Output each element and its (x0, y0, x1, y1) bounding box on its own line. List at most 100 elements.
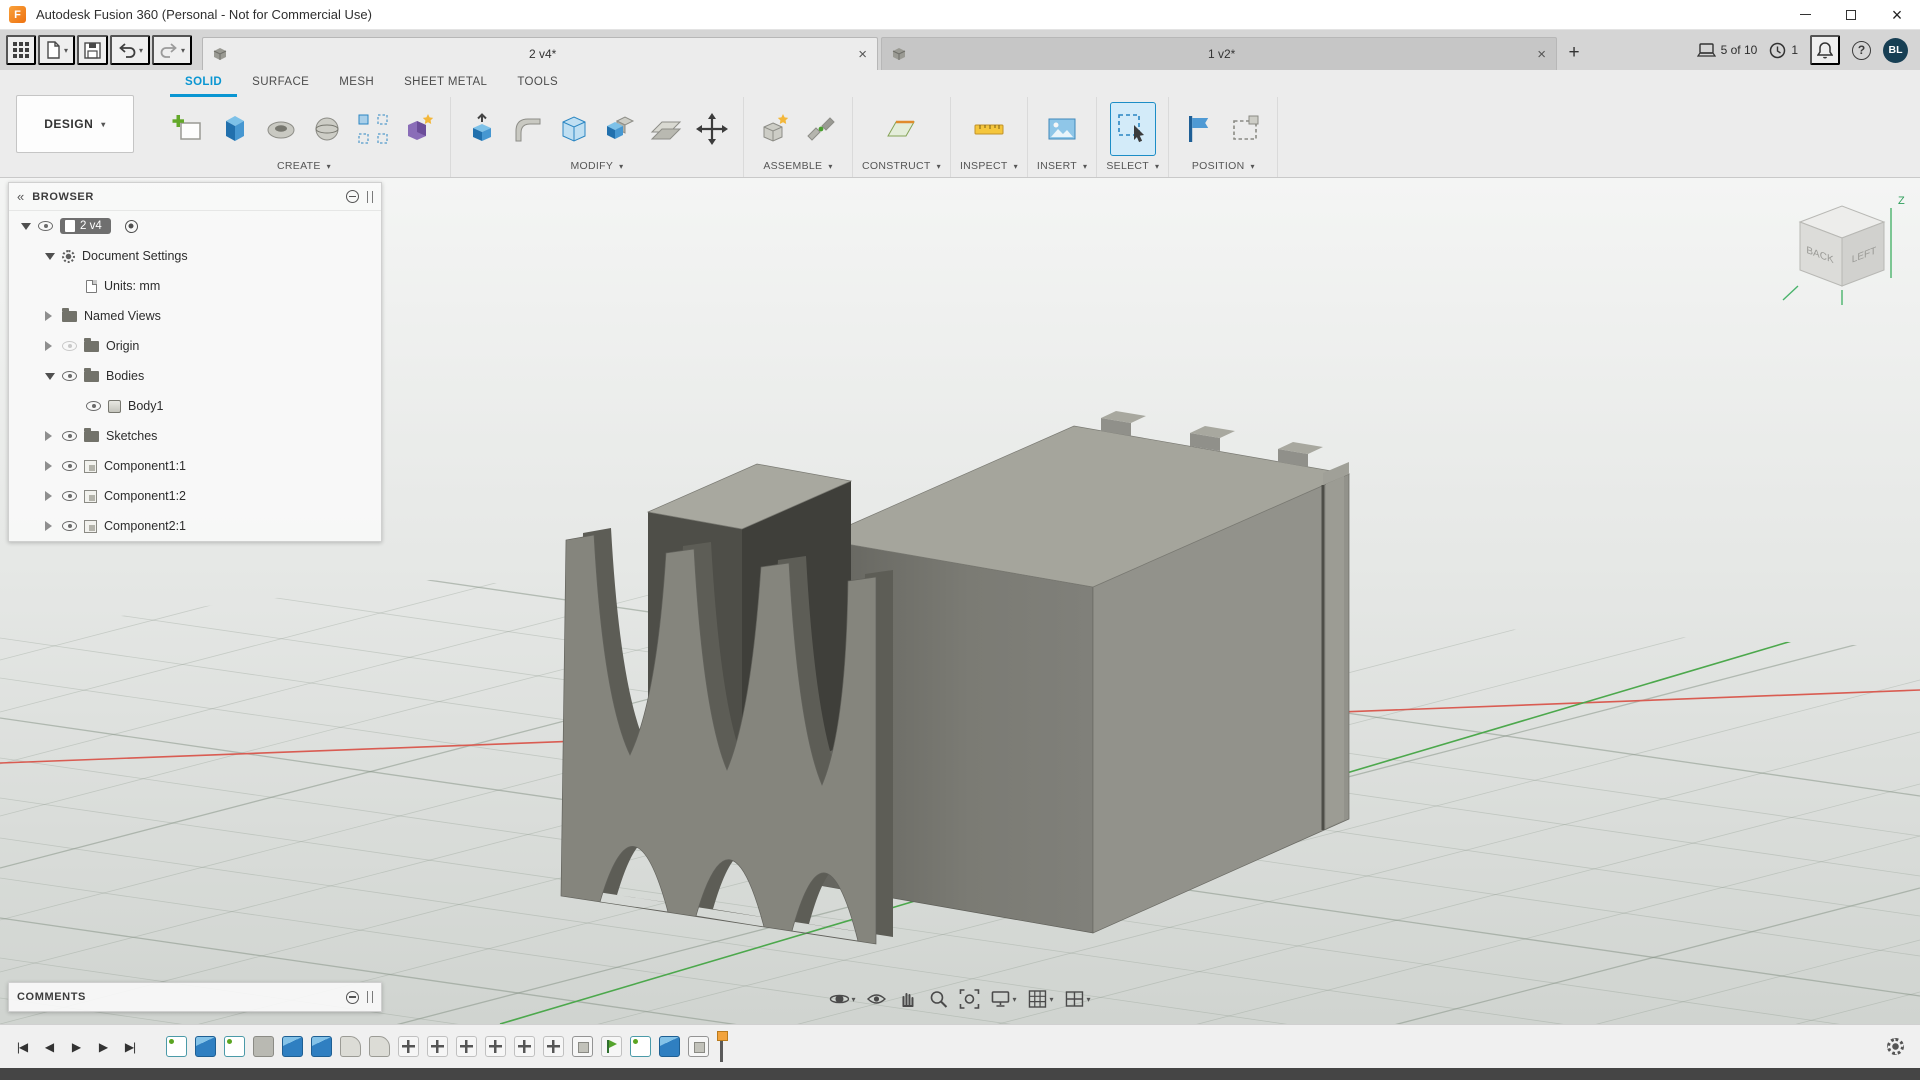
tab-sheet-metal[interactable]: SHEET METAL (389, 70, 502, 97)
expand-comments-icon[interactable] (346, 990, 359, 1004)
capture-position-button[interactable] (1178, 103, 1222, 155)
activate-component-radio[interactable] (124, 219, 138, 233)
measure-button[interactable] (967, 103, 1011, 155)
press-pull-button[interactable] (460, 103, 504, 155)
timeline-feature-move[interactable] (398, 1036, 419, 1057)
group-dropdown-position[interactable]: POSITION ▾ (1192, 159, 1255, 177)
timeline-feature-fillet[interactable] (340, 1036, 361, 1057)
timeline-feature-move[interactable] (543, 1036, 564, 1057)
new-component-button[interactable] (753, 103, 797, 155)
display-settings-button[interactable]: ▾ (988, 987, 1018, 1011)
timeline-feature-sketch[interactable] (630, 1036, 651, 1057)
redo-button[interactable]: ▾ (152, 35, 193, 65)
revert-position-button[interactable] (1224, 103, 1268, 155)
create-form-button[interactable] (397, 103, 441, 155)
panel-grip-icon[interactable] (367, 991, 373, 1003)
timeline-go-to-end-button[interactable]: ▶| (118, 1035, 142, 1059)
shell-button[interactable] (552, 103, 596, 155)
insert-canvas-button[interactable] (1040, 103, 1084, 155)
active-document-pill[interactable]: 2 v4 (60, 218, 111, 234)
document-tab-active[interactable]: 2 v4* × (202, 37, 879, 70)
timeline-feature-body[interactable] (253, 1036, 274, 1057)
group-dropdown-assemble[interactable]: ASSEMBLE ▾ (763, 159, 832, 177)
save-button[interactable] (77, 35, 109, 65)
visibility-eye-icon[interactable] (62, 521, 77, 531)
new-document-tab-button[interactable]: + (1560, 39, 1588, 67)
timeline-feature-extrude[interactable] (195, 1036, 216, 1057)
timeline-step-forward-button[interactable]: ▶ (91, 1035, 115, 1059)
group-dropdown-modify[interactable]: MODIFY ▾ (571, 159, 624, 177)
version-clock[interactable]: 1 (1769, 42, 1798, 59)
viewports-button[interactable]: ▾ (1063, 987, 1093, 1011)
visibility-eye-icon[interactable] (62, 371, 77, 381)
visibility-eye-icon[interactable] (38, 221, 53, 231)
expand-arrow-icon[interactable] (45, 521, 55, 531)
construct-plane-button[interactable] (879, 103, 923, 155)
timeline-position-marker[interactable] (715, 1030, 728, 1062)
maximize-button[interactable] (1828, 0, 1874, 29)
timeline-settings-gear-icon[interactable] (1887, 1038, 1904, 1055)
timeline-feature-move[interactable] (456, 1036, 477, 1057)
browser-item-units-mm[interactable]: Units: mm (9, 271, 381, 301)
minimize-button[interactable] (1782, 0, 1828, 29)
expand-arrow-icon[interactable] (45, 341, 55, 351)
pan-button[interactable] (895, 987, 919, 1011)
tab-tools[interactable]: TOOLS (502, 70, 573, 97)
visibility-eye-icon[interactable] (62, 491, 77, 501)
tab-mesh[interactable]: MESH (324, 70, 389, 97)
collapse-arrow-icon[interactable] (45, 372, 55, 380)
timeline-feature-extrude[interactable] (282, 1036, 303, 1057)
close-button[interactable]: × (1874, 0, 1920, 29)
file-menu-button[interactable]: ▾ (38, 35, 76, 65)
tab-solid[interactable]: SOLID (170, 70, 238, 97)
joint-button[interactable] (799, 103, 843, 155)
browser-item-document-settings[interactable]: Document Settings (9, 241, 381, 271)
panel-grip-icon[interactable] (367, 190, 373, 203)
browser-item-named-views[interactable]: Named Views (9, 301, 381, 331)
expand-arrow-icon[interactable] (45, 431, 55, 441)
move-copy-button[interactable] (690, 103, 734, 155)
timeline-feature-component[interactable] (572, 1036, 593, 1057)
timeline-play-button[interactable]: ▶ (64, 1035, 88, 1059)
minimize-panel-icon[interactable] (346, 190, 359, 203)
group-dropdown-create[interactable]: CREATE ▾ (277, 159, 331, 177)
timeline-step-back-button[interactable]: ◀ (37, 1035, 61, 1059)
collapse-arrow-icon[interactable] (21, 222, 31, 230)
expand-arrow-icon[interactable] (45, 311, 55, 321)
sphere-primitive-button[interactable] (305, 103, 349, 155)
timeline-feature-move[interactable] (427, 1036, 448, 1057)
browser-item-component1-2[interactable]: Component1:2 (9, 481, 381, 511)
timeline-feature-sketch[interactable] (224, 1036, 245, 1057)
timeline-feature-move[interactable] (514, 1036, 535, 1057)
group-dropdown-select[interactable]: SELECT ▾ (1106, 159, 1159, 177)
job-status[interactable]: 5 of 10 (1696, 42, 1757, 58)
workspace-selector[interactable]: DESIGN ▾ (16, 95, 134, 153)
rectangular-pattern-button[interactable] (351, 103, 395, 155)
select-button[interactable] (1109, 101, 1156, 156)
app-grid-menu-button[interactable] (6, 35, 36, 65)
look-at-button[interactable] (864, 987, 888, 1011)
expand-arrow-icon[interactable] (45, 491, 55, 501)
help-button[interactable]: ? (1852, 40, 1871, 60)
browser-item-body1[interactable]: Body1 (9, 391, 381, 421)
tab-surface[interactable]: SURFACE (237, 70, 324, 97)
fillet-button[interactable] (506, 103, 550, 155)
zoom-button[interactable] (926, 987, 950, 1011)
timeline-feature-sketch[interactable] (166, 1036, 187, 1057)
visibility-eye-icon[interactable] (62, 461, 77, 471)
group-dropdown-construct[interactable]: CONSTRUCT ▾ (862, 159, 941, 177)
tab-close-icon[interactable]: × (858, 47, 867, 62)
offset-face-button[interactable] (644, 103, 688, 155)
notifications-button[interactable] (1810, 35, 1840, 65)
document-tab-inactive[interactable]: 1 v2* × (881, 37, 1558, 70)
grid-display-button[interactable]: ▾ (1026, 987, 1056, 1011)
extrude-button[interactable] (213, 103, 257, 155)
view-cube[interactable]: Z BACK LEFT (1778, 192, 1910, 310)
revolve-button[interactable] (259, 103, 303, 155)
visibility-eye-icon[interactable] (86, 401, 101, 411)
browser-item-bodies[interactable]: Bodies (9, 361, 381, 391)
visibility-eye-icon[interactable] (62, 431, 77, 441)
user-avatar[interactable]: BL (1883, 37, 1908, 63)
fit-view-button[interactable] (957, 987, 981, 1011)
timeline-feature-component[interactable] (688, 1036, 709, 1057)
